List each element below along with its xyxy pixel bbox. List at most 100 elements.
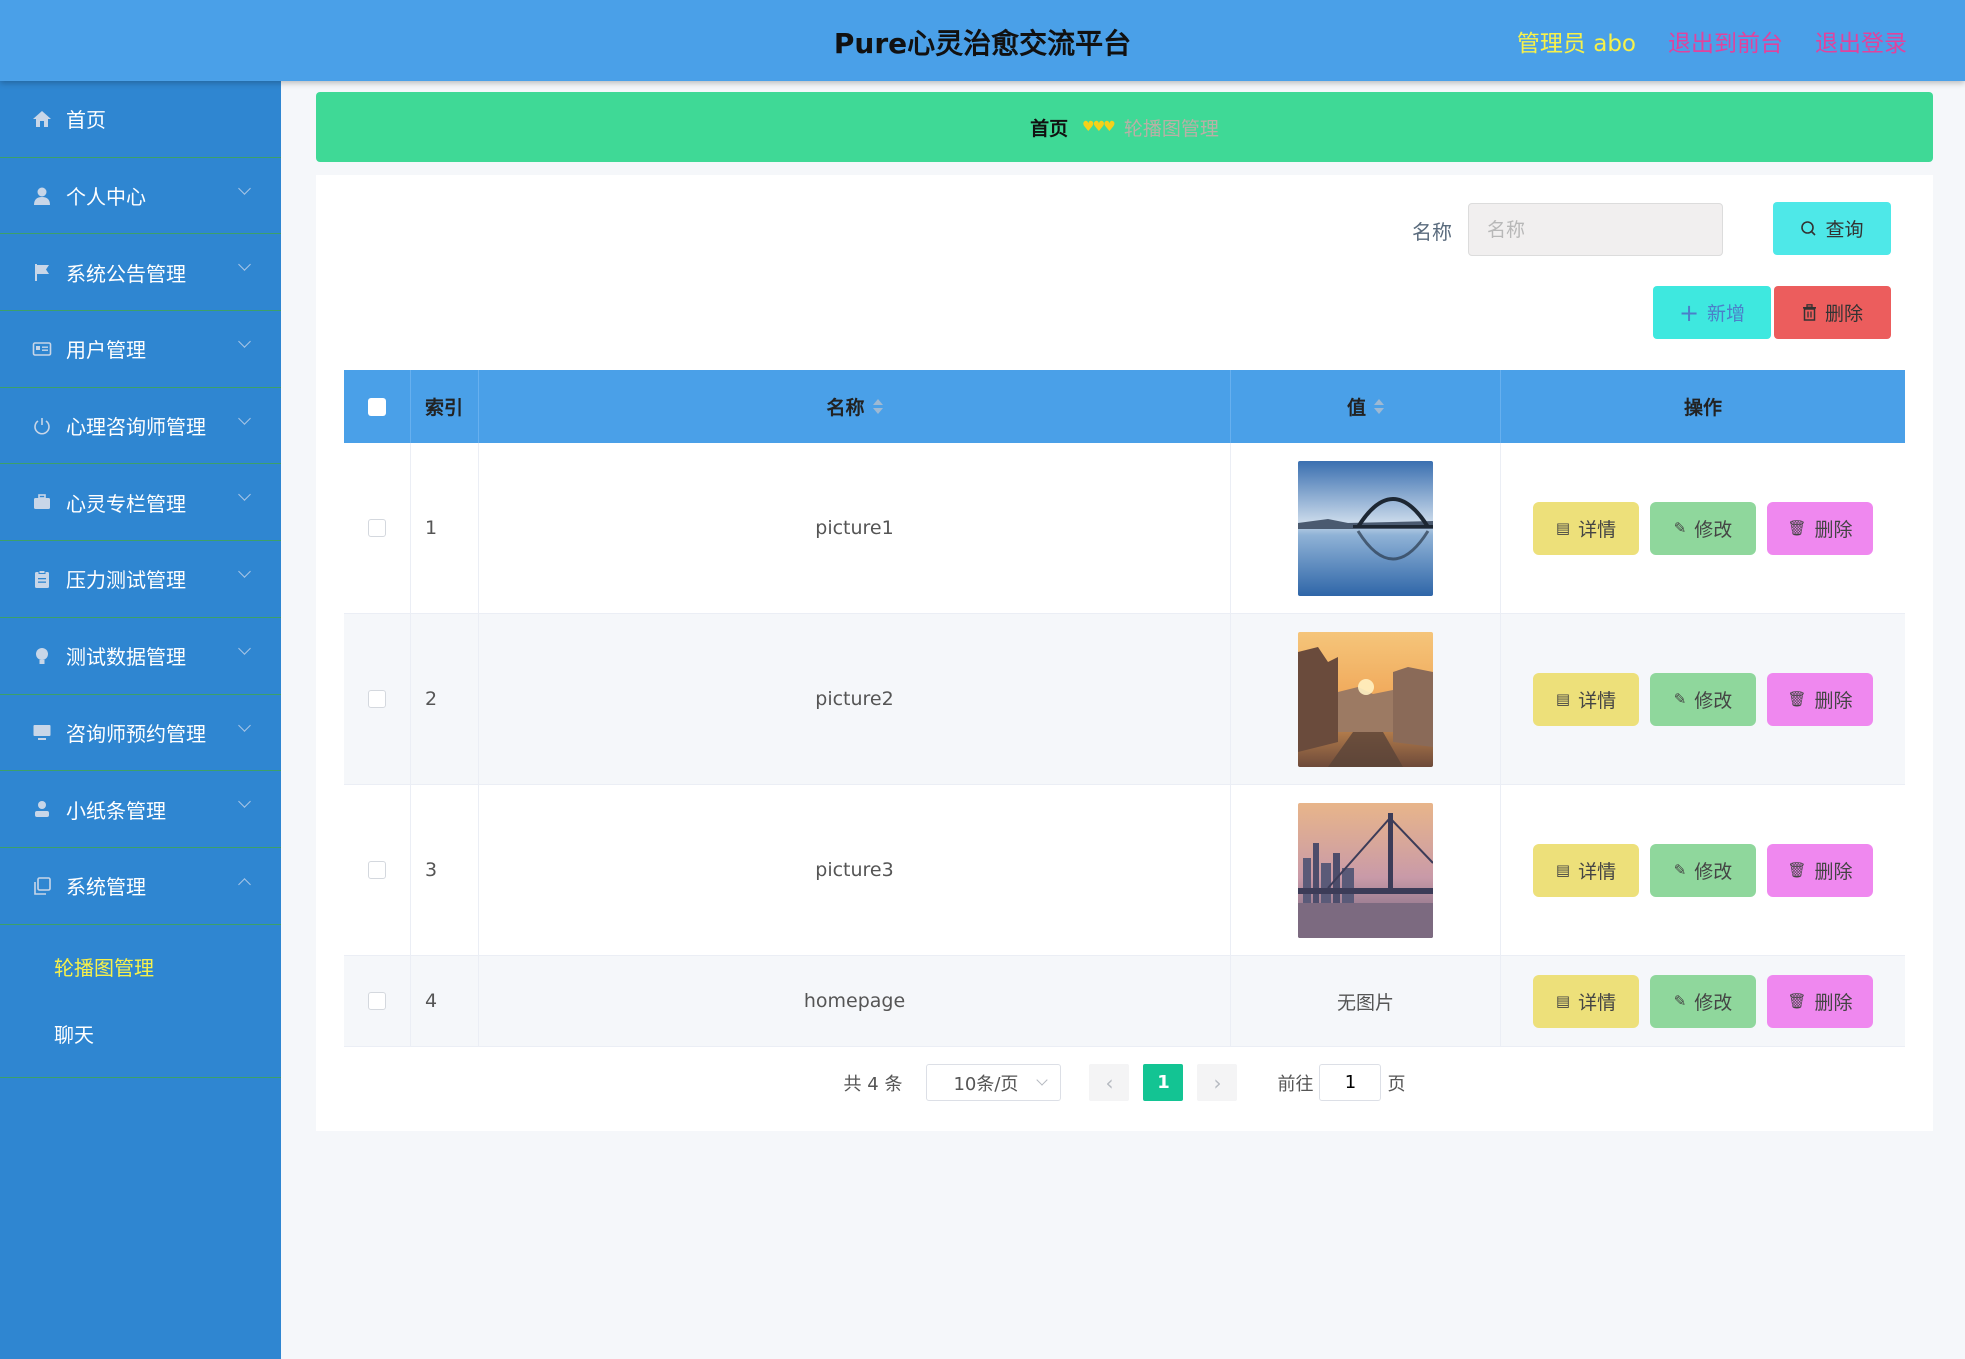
- row-actions: ▤ 详情 ✎ 修改 🗑 删除: [1501, 785, 1905, 955]
- top-header: Pure心灵治愈交流平台 管理员 abo 退出到前台 退出登录: [0, 0, 1965, 81]
- sort-icon[interactable]: [1374, 399, 1384, 414]
- query-button[interactable]: 查询: [1773, 202, 1891, 255]
- row-name: picture1: [479, 443, 1231, 613]
- row-actions: ▤ 详情 ✎ 修改 🗑 删除: [1501, 956, 1905, 1046]
- row-select-cell: [344, 614, 411, 784]
- sidebar-item-label: 心理咨询师管理: [66, 415, 206, 440]
- sidebar-item-notes[interactable]: 小纸条管理: [0, 771, 281, 848]
- trash-icon: 🗑: [1787, 519, 1807, 537]
- table-row: 1 picture1 ▤ 详情 ✎ 修改 🗑 删除: [344, 443, 1905, 614]
- table-row: 3 picture3 ▤ 详情 ✎ 修改 🗑 删除: [344, 785, 1905, 956]
- edit-button[interactable]: ✎ 修改: [1650, 672, 1756, 726]
- edit-button[interactable]: ✎ 修改: [1650, 501, 1756, 555]
- chevron-down-icon: [238, 411, 251, 425]
- goto-label: 前往: [1277, 1073, 1314, 1095]
- document-icon: ▤: [1555, 992, 1571, 1010]
- pencil-icon: ✎: [1673, 690, 1687, 708]
- chevron-up-icon: [238, 878, 251, 891]
- detail-button[interactable]: ▤ 详情: [1533, 672, 1639, 726]
- search-input[interactable]: [1468, 203, 1723, 256]
- page-suffix: 页: [1387, 1073, 1406, 1095]
- row-checkbox[interactable]: [368, 992, 386, 1010]
- bridge-arch-thumbnail[interactable]: [1298, 460, 1433, 596]
- row-value-cell: [1231, 443, 1501, 613]
- breadcrumb-home[interactable]: 首页: [1030, 114, 1068, 141]
- sidebar-item-label: 压力测试管理: [66, 568, 186, 593]
- city-bridge-thumbnail[interactable]: [1298, 802, 1433, 938]
- chevron-down-icon: [238, 181, 251, 195]
- next-page-button[interactable]: ›: [1197, 1064, 1238, 1101]
- sidebar-item-label: 测试数据管理: [66, 645, 186, 670]
- delete-button[interactable]: 🗑 删除: [1767, 974, 1873, 1028]
- clipboard-icon: [32, 569, 52, 589]
- page-size-value: 10条/页: [953, 1073, 1019, 1095]
- monitor-icon: [32, 722, 52, 742]
- sort-icon[interactable]: [872, 399, 883, 414]
- edit-button[interactable]: ✎ 修改: [1650, 843, 1756, 897]
- content-panel: 名称 查询 + 新增 删除 索引 名称 值 操作 1 p: [316, 175, 1933, 1131]
- sidebar-item-home[interactable]: 首页: [0, 81, 281, 158]
- sidebar-item-label: 咨询师预约管理: [66, 721, 206, 746]
- chevron-down-icon: [238, 565, 251, 578]
- sidebar-item-test-data[interactable]: 测试数据管理: [0, 618, 281, 695]
- exit-to-front-link[interactable]: 退出到前台: [1668, 24, 1783, 58]
- page-size-select[interactable]: 10条/页: [926, 1064, 1062, 1101]
- row-checkbox[interactable]: [368, 519, 386, 537]
- pencil-icon: ✎: [1673, 992, 1687, 1010]
- row-checkbox[interactable]: [368, 861, 386, 879]
- breadcrumb: 首页 ♥♥♥ 轮播图管理: [316, 92, 1933, 162]
- chevron-down-icon: [238, 718, 251, 732]
- trash-icon: 🗑: [1787, 690, 1807, 708]
- row-name: homepage: [479, 956, 1231, 1046]
- header-value-label: 值: [1346, 397, 1366, 419]
- sidebar-item-counselors[interactable]: 心理咨询师管理: [0, 388, 281, 465]
- sidebar-item-label: 首页: [66, 108, 106, 133]
- sidebar-item-stress-tests[interactable]: 压力测试管理: [0, 541, 281, 618]
- delete-button[interactable]: 🗑 删除: [1767, 672, 1873, 726]
- add-button[interactable]: + 新增: [1653, 286, 1771, 339]
- sidebar-item-users[interactable]: 用户管理: [0, 311, 281, 388]
- trash-icon: 🗑: [1787, 861, 1807, 879]
- logout-link[interactable]: 退出登录: [1815, 24, 1907, 58]
- chevron-down-icon: [238, 488, 251, 502]
- row-select-cell: [344, 956, 411, 1046]
- sidebar-subitem-carousel[interactable]: 轮播图管理: [0, 933, 281, 1000]
- sidebar-item-system[interactable]: 系统管理: [0, 848, 281, 925]
- sidebar-item-columns[interactable]: 心灵专栏管理: [0, 464, 281, 542]
- header-name[interactable]: 名称: [479, 370, 1231, 443]
- detail-button[interactable]: ▤ 详情: [1533, 843, 1639, 897]
- header-value[interactable]: 值: [1231, 370, 1501, 443]
- header-select-cell: [344, 370, 411, 443]
- power-icon: [32, 416, 52, 436]
- canal-sunset-thumbnail[interactable]: [1298, 631, 1433, 767]
- select-all-checkbox[interactable]: [368, 397, 386, 416]
- table-row: 2 picture2 ▤ 详情 ✎ 修改 🗑 删除: [344, 614, 1905, 785]
- row-value-cell: [1231, 785, 1501, 955]
- total-count: 共 4 条: [843, 1073, 903, 1095]
- row-select-cell: [344, 785, 411, 955]
- detail-button[interactable]: ▤ 详情: [1533, 974, 1639, 1028]
- delete-button[interactable]: 🗑 删除: [1767, 843, 1873, 897]
- prev-page-button[interactable]: ‹: [1089, 1064, 1130, 1101]
- home-icon: [32, 109, 52, 129]
- sidebar-item-label: 系统公告管理: [66, 261, 186, 286]
- sidebar-item-personal-center[interactable]: 个人中心: [0, 158, 281, 235]
- breadcrumb-current: 轮播图管理: [1123, 117, 1219, 140]
- row-index: 4: [411, 956, 479, 1046]
- batch-delete-button[interactable]: 删除: [1774, 286, 1891, 339]
- sidebar-item-appointments[interactable]: 咨询师预约管理: [0, 695, 281, 772]
- chevron-down-icon: [238, 795, 251, 809]
- document-icon: ▤: [1555, 519, 1571, 537]
- table-row: 4 homepage 无图片 ▤ 详情 ✎ 修改 🗑 删除: [344, 956, 1905, 1047]
- detail-button[interactable]: ▤ 详情: [1533, 501, 1639, 555]
- sidebar-item-announcements[interactable]: 系统公告管理: [0, 234, 281, 312]
- data-table: 索引 名称 值 操作 1 picture1 ▤ 详情 ✎ 修改 🗑 删除 2 p…: [344, 370, 1905, 1047]
- page-number-current[interactable]: 1: [1143, 1064, 1184, 1101]
- edit-button[interactable]: ✎ 修改: [1650, 974, 1756, 1028]
- sidebar-subitem-chat[interactable]: 聊天: [0, 1000, 281, 1067]
- sidebar-item-label: 系统管理: [66, 875, 146, 900]
- delete-button[interactable]: 🗑 删除: [1767, 501, 1873, 555]
- chevron-left-icon: ‹: [1105, 1070, 1114, 1095]
- row-checkbox[interactable]: [368, 690, 386, 708]
- goto-page-input[interactable]: [1319, 1064, 1382, 1101]
